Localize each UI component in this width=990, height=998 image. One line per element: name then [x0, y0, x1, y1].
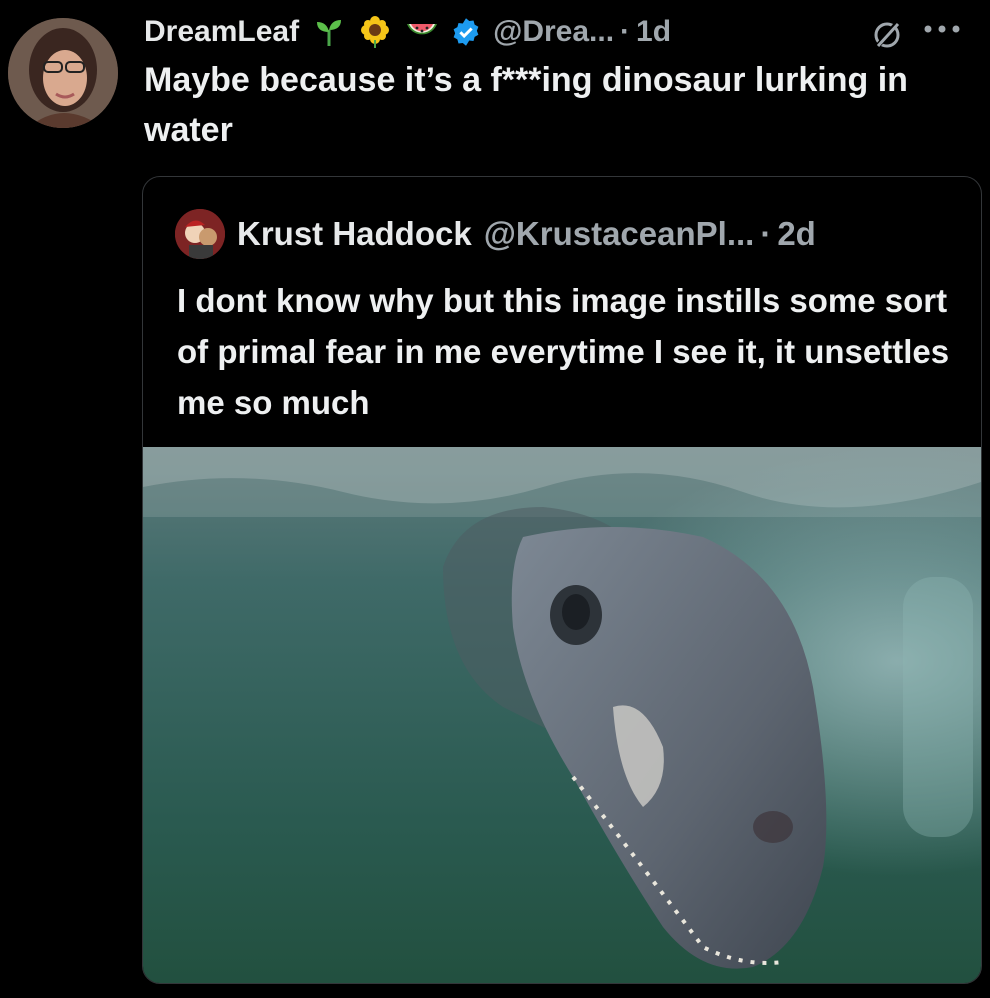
sunflower-icon	[359, 16, 391, 48]
quoted-author-display-name[interactable]: Krust Haddock	[237, 215, 472, 253]
more-options-icon[interactable]	[922, 22, 962, 40]
seedling-icon	[313, 16, 345, 48]
censored-word-text: f***ing	[490, 61, 593, 99]
author-avatar[interactable]	[8, 18, 118, 128]
watermelon-icon	[405, 16, 439, 48]
tweet-timestamp[interactable]: 1d	[636, 15, 671, 49]
grok-icon[interactable]	[870, 18, 904, 57]
quoted-tweet-header: Krust Haddock @KrustaceanPl... · 2d	[175, 209, 816, 259]
tweet-header: DreamLeaf @Drea... · 1d	[144, 10, 990, 54]
verified-badge-icon[interactable]	[451, 17, 481, 47]
quoted-tweet-text: I dont know why but this image instills …	[177, 282, 950, 421]
quoted-tweet-timestamp[interactable]: 2d	[777, 215, 816, 253]
dinosaur-photo	[143, 447, 981, 983]
tweet-text-before: Maybe because it’s a	[144, 61, 491, 99]
author-display-name[interactable]: DreamLeaf	[144, 15, 299, 49]
quoted-author-handle[interactable]: @KrustaceanPl...	[484, 215, 755, 253]
author-avatar-image	[8, 18, 118, 128]
tweet-text: Maybe because it’s a f***ing dinosaur lu…	[144, 55, 964, 155]
quoted-tweet-media[interactable]	[143, 447, 981, 983]
quoted-tweet-card[interactable]: Krust Haddock @KrustaceanPl... · 2d I do…	[142, 176, 982, 984]
censored-word: f***ing	[490, 55, 592, 105]
separator-dot: ·	[620, 15, 631, 48]
quoted-author-avatar[interactable]	[175, 209, 225, 259]
quoted-separator-dot: ·	[760, 215, 772, 252]
quoted-author-avatar-image	[175, 209, 225, 259]
author-handle[interactable]: @Drea...	[493, 15, 614, 49]
